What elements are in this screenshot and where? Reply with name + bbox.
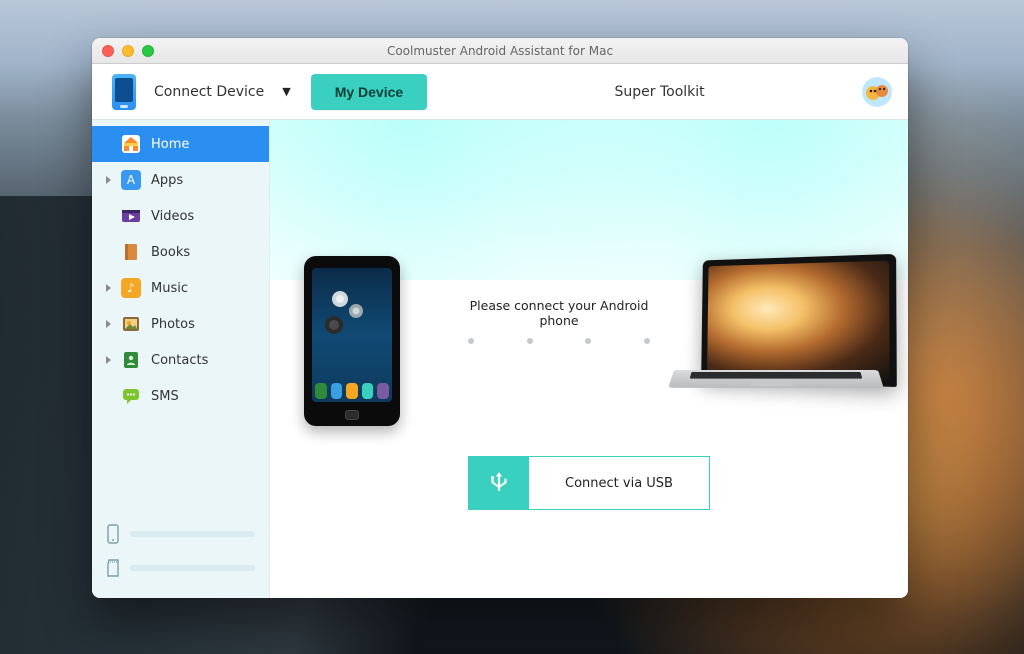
- usb-icon: [469, 457, 529, 509]
- sidebar-item-label: Music: [151, 281, 188, 296]
- books-icon: [121, 242, 141, 262]
- sidebar-item-label: Apps: [151, 173, 183, 188]
- window-title: Coolmuster Android Assistant for Mac: [92, 44, 908, 58]
- sidebar-item-label: Contacts: [151, 353, 208, 368]
- internal-storage-meter: [106, 524, 255, 544]
- sidebar-item-photos[interactable]: Photos: [92, 306, 269, 342]
- app-window: Coolmuster Android Assistant for Mac Con…: [92, 38, 908, 598]
- user-avatar[interactable]: [862, 77, 892, 107]
- meter-bar: [130, 565, 255, 571]
- contacts-icon: [121, 350, 141, 370]
- expand-icon: [106, 176, 111, 184]
- sidebar-item-contacts[interactable]: Contacts: [92, 342, 269, 378]
- sidebar-item-videos[interactable]: Videos: [92, 198, 269, 234]
- expand-icon: [106, 356, 111, 364]
- titlebar: Coolmuster Android Assistant for Mac: [92, 38, 908, 64]
- sidebar-item-label: Home: [151, 137, 189, 152]
- connect-via-usb-button[interactable]: Connect via USB: [468, 456, 710, 510]
- toolbar: Connect Device ▼ My Device Super Toolkit: [92, 64, 908, 120]
- my-device-button[interactable]: My Device: [311, 74, 427, 110]
- sidebar-item-label: Videos: [151, 209, 194, 224]
- macbook-illustration: [674, 260, 884, 410]
- photos-icon: [121, 314, 141, 334]
- android-phone-illustration: [304, 256, 400, 426]
- phone-icon: [112, 74, 136, 110]
- apps-icon: A: [121, 170, 141, 190]
- connect-device-dropdown[interactable]: Connect Device ▼: [108, 70, 311, 114]
- connect-via-usb-label: Connect via USB: [529, 457, 709, 509]
- sidebar: Home A Apps Videos: [92, 120, 270, 598]
- sidebar-item-label: Books: [151, 245, 190, 260]
- expand-icon: [106, 320, 111, 328]
- music-icon: ♪: [121, 278, 141, 298]
- progress-dots: [450, 338, 668, 344]
- storage-meters: [92, 506, 269, 598]
- phone-storage-icon: [106, 524, 120, 544]
- sidebar-item-books[interactable]: Books: [92, 234, 269, 270]
- sidebar-item-apps[interactable]: A Apps: [92, 162, 269, 198]
- meter-bar: [130, 531, 255, 537]
- nav-list: Home A Apps Videos: [92, 120, 269, 414]
- super-toolkit-tab[interactable]: Super Toolkit: [457, 84, 862, 100]
- sidebar-item-label: Photos: [151, 317, 195, 332]
- sidebar-item-music[interactable]: ♪ Music: [92, 270, 269, 306]
- sms-icon: [121, 386, 141, 406]
- dropdown-caret-icon: ▼: [282, 85, 290, 98]
- videos-icon: [121, 206, 141, 226]
- sidebar-item-home[interactable]: Home: [92, 126, 269, 162]
- expand-icon: [106, 284, 111, 292]
- avatar-icon: [862, 77, 892, 107]
- home-icon: [121, 134, 141, 154]
- sd-card-icon: [106, 558, 120, 578]
- sidebar-item-label: SMS: [151, 389, 179, 404]
- main-panel: Please connect your Android phone Connec…: [270, 120, 908, 598]
- sd-storage-meter: [106, 558, 255, 578]
- connect-device-label: Connect Device: [154, 84, 264, 100]
- sidebar-item-sms[interactable]: SMS: [92, 378, 269, 414]
- connect-prompt-text: Please connect your Android phone: [450, 298, 668, 328]
